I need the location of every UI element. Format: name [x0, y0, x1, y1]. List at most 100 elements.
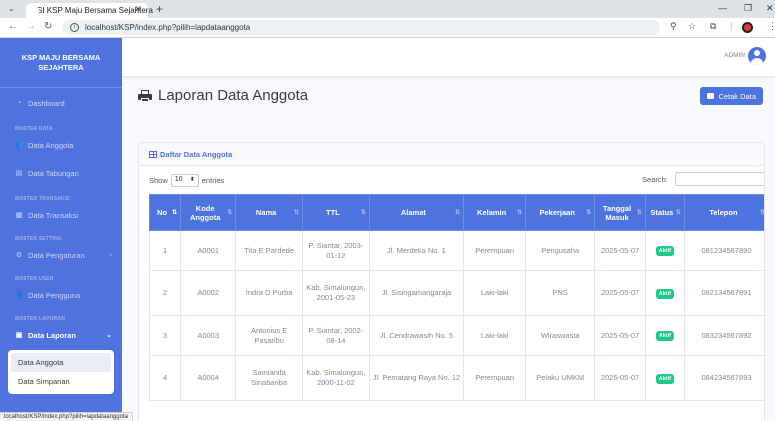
- url-field[interactable]: i localhost/KSP/index.php?pilih=lapdataa…: [62, 20, 660, 35]
- sidebar-item-data-pengaturan[interactable]: ⚙ Data Pengaturan ›: [0, 242, 122, 268]
- sort-icon: ⇅: [517, 210, 523, 216]
- status-badge: Aktif: [655, 288, 674, 299]
- column-header[interactable]: TTL ⇅: [302, 194, 370, 231]
- table-row: 2 A0002 Indra D Purba Kab. Simalungun, 2001…: [148, 270, 764, 316]
- table-cell: Aktif: [644, 355, 685, 401]
- cell-text: Antonius E Pasaribu: [251, 325, 288, 345]
- submenu-item-data-simpanan[interactable]: Data Simpanan: [8, 372, 114, 391]
- submenu-item-data-anggota[interactable]: Data Anggota: [11, 353, 111, 372]
- sort-icon: ⇅: [293, 210, 299, 216]
- table-cell: Samianifa Sinabariba: [235, 355, 303, 401]
- page-title: Laporan Data Anggota: [138, 87, 308, 104]
- column-header[interactable]: Telepon ⇅: [683, 194, 765, 231]
- sort-icon: ⇅: [759, 210, 765, 216]
- reload-icon[interactable]: ↻: [44, 21, 52, 32]
- sidebar-item-data-pengguna[interactable]: 👤 Data Pengguna: [0, 282, 122, 308]
- table-cell: Antonius E Pasaribu: [235, 315, 303, 356]
- column-header-label: Nama: [255, 208, 277, 217]
- sidebar-item-data-anggota[interactable]: 👥 Data Anggota: [0, 132, 122, 158]
- gear-icon: ⚙: [15, 252, 23, 259]
- member-table-card: Daftar Data Anggota Show 10 ⬍ entries Se…: [138, 142, 765, 421]
- column-header-label: Kode Anggota: [189, 203, 221, 222]
- menu-icon[interactable]: ⋮: [768, 21, 775, 32]
- table-cell: Perempuan: [463, 355, 527, 401]
- extensions-icon[interactable]: ⧉: [710, 21, 716, 32]
- browser-tabbar: ⌄ SI KSP Maju Bersama Sejahtera ✕ + — ❐ …: [0, 0, 775, 18]
- entries-select[interactable]: 10 ⬍: [170, 174, 199, 187]
- column-header[interactable]: Kode Anggota ⇅: [180, 194, 237, 231]
- cell-text: Indra D Purba: [245, 288, 293, 297]
- table-cell: Perempuan: [463, 230, 527, 271]
- forward-icon[interactable]: →: [26, 21, 36, 32]
- restore-icon[interactable]: ❐: [744, 3, 752, 14]
- cell-text: 1: [162, 245, 168, 255]
- sidebar-heading-master-user: MASTER USER: [15, 276, 54, 282]
- sidebar-heading-master-laporan: MASTER LAPORAN: [15, 316, 66, 322]
- card-title: Daftar Data Anggota: [160, 149, 233, 159]
- table-cell: 084234567893: [683, 355, 764, 401]
- sidebar-item-data-transaksi[interactable]: ▦ Data Transaksi: [0, 202, 122, 228]
- cell-text: Tita E Pardede: [244, 245, 295, 255]
- table-cell: P. Siantar, 2002-08-14: [302, 315, 370, 356]
- table-row: 4 A0004 Samianifa Sinabariba Kab. Simalungu…: [148, 355, 764, 401]
- status-badge: Aktif: [655, 373, 674, 384]
- user-name[interactable]: ADMIN: [724, 52, 745, 59]
- user-avatar-icon[interactable]: [748, 47, 766, 65]
- tab-list-icon[interactable]: ⌄: [8, 4, 15, 13]
- column-header[interactable]: Status ⇅: [644, 194, 685, 231]
- table-cell: Pelaku UMKM: [525, 355, 596, 401]
- sidebar-item-data-laporan[interactable]: ▣ Data Laporan ⌄: [0, 322, 122, 348]
- column-header[interactable]: Tanggal Masuk ⇅: [594, 194, 646, 231]
- dashboard-icon: ◔: [16, 99, 22, 107]
- browser-tab[interactable]: SI KSP Maju Bersama Sejahtera ✕: [26, 3, 153, 18]
- cell-text: Perempuan: [475, 373, 515, 382]
- zoom-icon[interactable]: ⚲: [670, 21, 677, 32]
- cell-text: 081234567890: [701, 245, 752, 255]
- column-header[interactable]: Pekerjaan ⇅: [525, 194, 596, 231]
- cell-text: 2025-05-07: [600, 373, 640, 382]
- table-cell: Tita E Pardede: [235, 230, 303, 271]
- card-header: Daftar Data Anggota: [139, 143, 764, 166]
- sidebar-brand[interactable]: KSP MAJU BERSAMA SEJAHTERA: [0, 38, 122, 88]
- column-header[interactable]: Nama ⇅: [235, 194, 303, 231]
- sidebar-item-data-tabungan[interactable]: ▤ Data Tabungan: [0, 158, 122, 188]
- cell-text: PNS: [552, 288, 568, 297]
- cell-text: Perempuan: [475, 245, 515, 255]
- cell-text: 083234567892: [701, 330, 752, 340]
- cell-text: Samianifa Sinabariba: [251, 368, 288, 387]
- cell-text: Jl. Sisingamangaraja: [381, 288, 452, 297]
- site-info-icon[interactable]: i: [70, 23, 79, 32]
- table-cell: Kab. Simalungun, 2000-11-02: [302, 355, 370, 401]
- cell-text: Pelaku UMKM: [536, 373, 585, 382]
- cell-text: 2025-05-07: [600, 288, 640, 297]
- table-cell: 4: [148, 355, 182, 401]
- wallet-icon: ▤: [15, 170, 23, 177]
- close-window-icon[interactable]: ✕: [766, 3, 774, 14]
- profile-avatar-icon[interactable]: [742, 22, 753, 33]
- column-header[interactable]: Kelamin ⇅: [463, 194, 527, 231]
- entries-label: entries: [201, 176, 225, 185]
- table-cell: Pengusaha: [525, 230, 596, 271]
- table-header-row: No ⇅ Kode Anggota ⇅ Nama ⇅ TTL ⇅ Alamat ⇅ Kelamin ⇅…: [148, 194, 765, 231]
- table-cell: Aktif: [644, 270, 685, 316]
- sidebar: KSP MAJU BERSAMA SEJAHTERA ◔ Dashboard M…: [0, 38, 122, 421]
- tab-close-icon[interactable]: ✕: [134, 4, 142, 15]
- sort-icon: ⇅: [172, 210, 178, 216]
- table-cell: Jl. Sisingamangaraja: [368, 270, 465, 316]
- search-input[interactable]: [675, 172, 764, 186]
- print-data-button[interactable]: Cetak Data: [700, 87, 763, 105]
- new-tab-icon[interactable]: +: [156, 2, 163, 16]
- bookmark-star-icon[interactable]: ☆: [688, 21, 696, 32]
- back-icon[interactable]: ←: [8, 21, 18, 32]
- entries-control: Show 10 ⬍ entries: [149, 174, 224, 187]
- sidebar-item-label: Data Pengaturan: [28, 250, 85, 260]
- cell-text: 3: [162, 330, 168, 340]
- sort-icon: ⇅: [636, 210, 642, 216]
- column-header[interactable]: Alamat ⇅: [368, 194, 465, 231]
- minimize-icon[interactable]: —: [718, 3, 727, 13]
- table-cell: Laki-laki: [463, 315, 527, 356]
- sidebar-item-label: Dashboard: [28, 98, 65, 108]
- column-header[interactable]: No ⇅: [148, 194, 182, 231]
- cell-text: P. Siantar, 2002-08-14: [308, 325, 364, 345]
- sidebar-item-dashboard[interactable]: ◔ Dashboard: [0, 88, 122, 118]
